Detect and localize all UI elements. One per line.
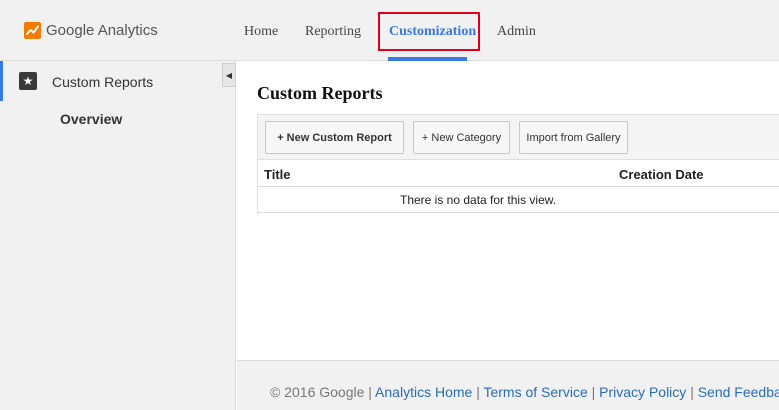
- new-category-button[interactable]: + New Category: [413, 121, 510, 154]
- nav-admin[interactable]: Admin: [497, 24, 536, 40]
- page-title: Custom Reports: [257, 83, 383, 103]
- footer-separator: |: [690, 384, 694, 400]
- table-header: Title Creation Date: [258, 160, 779, 187]
- sidebar-item-label: Custom Reports: [52, 74, 154, 90]
- footer: © 2016 Google | Analytics Home | Terms o…: [237, 360, 779, 410]
- chevron-left-icon[interactable]: ◀: [222, 63, 236, 87]
- active-tab-indicator: [388, 57, 467, 61]
- footer-link-feedback[interactable]: Send Feedback: [698, 384, 779, 400]
- footer-link-analytics-home[interactable]: Analytics Home: [375, 384, 472, 400]
- column-header-creation-date[interactable]: Creation Date: [619, 167, 704, 182]
- footer-separator: |: [368, 384, 372, 400]
- reports-table: Title Creation Date There is no data for…: [257, 160, 779, 214]
- import-from-gallery-button[interactable]: Import from Gallery: [519, 121, 628, 154]
- sidebar: ★ Custom Reports ◀ Overview: [0, 61, 236, 410]
- column-header-title[interactable]: Title: [264, 167, 291, 182]
- toolbar: + New Custom Report + New Category Impor…: [257, 114, 779, 160]
- top-bar: Google Analytics Home Reporting Customiz…: [0, 0, 779, 61]
- sidebar-item-overview[interactable]: Overview: [60, 111, 122, 127]
- footer-separator: |: [591, 384, 596, 400]
- footer-separator: |: [476, 384, 480, 400]
- sidebar-item-custom-reports[interactable]: ★ Custom Reports: [0, 61, 222, 101]
- footer-link-terms[interactable]: Terms of Service: [483, 384, 587, 400]
- google-analytics-logo-icon: [24, 21, 41, 39]
- nav-home[interactable]: Home: [244, 24, 278, 40]
- table-row: There is no data for this view.: [258, 187, 779, 213]
- app-logo[interactable]: Google Analytics: [24, 19, 158, 41]
- copyright-text: © 2016 Google: [270, 384, 365, 400]
- highlight-box: [378, 12, 480, 51]
- logo-text: Google Analytics: [46, 21, 158, 39]
- new-custom-report-button[interactable]: + New Custom Report: [265, 121, 404, 154]
- star-icon: ★: [19, 72, 37, 90]
- nav-reporting[interactable]: Reporting: [305, 24, 361, 40]
- footer-link-privacy[interactable]: Privacy Policy: [599, 384, 686, 400]
- main-content: Custom Reports + New Custom Report + New…: [237, 62, 779, 360]
- footer-links: © 2016 Google | Analytics Home | Terms o…: [270, 384, 779, 400]
- empty-state-text: There is no data for this view.: [400, 193, 557, 207]
